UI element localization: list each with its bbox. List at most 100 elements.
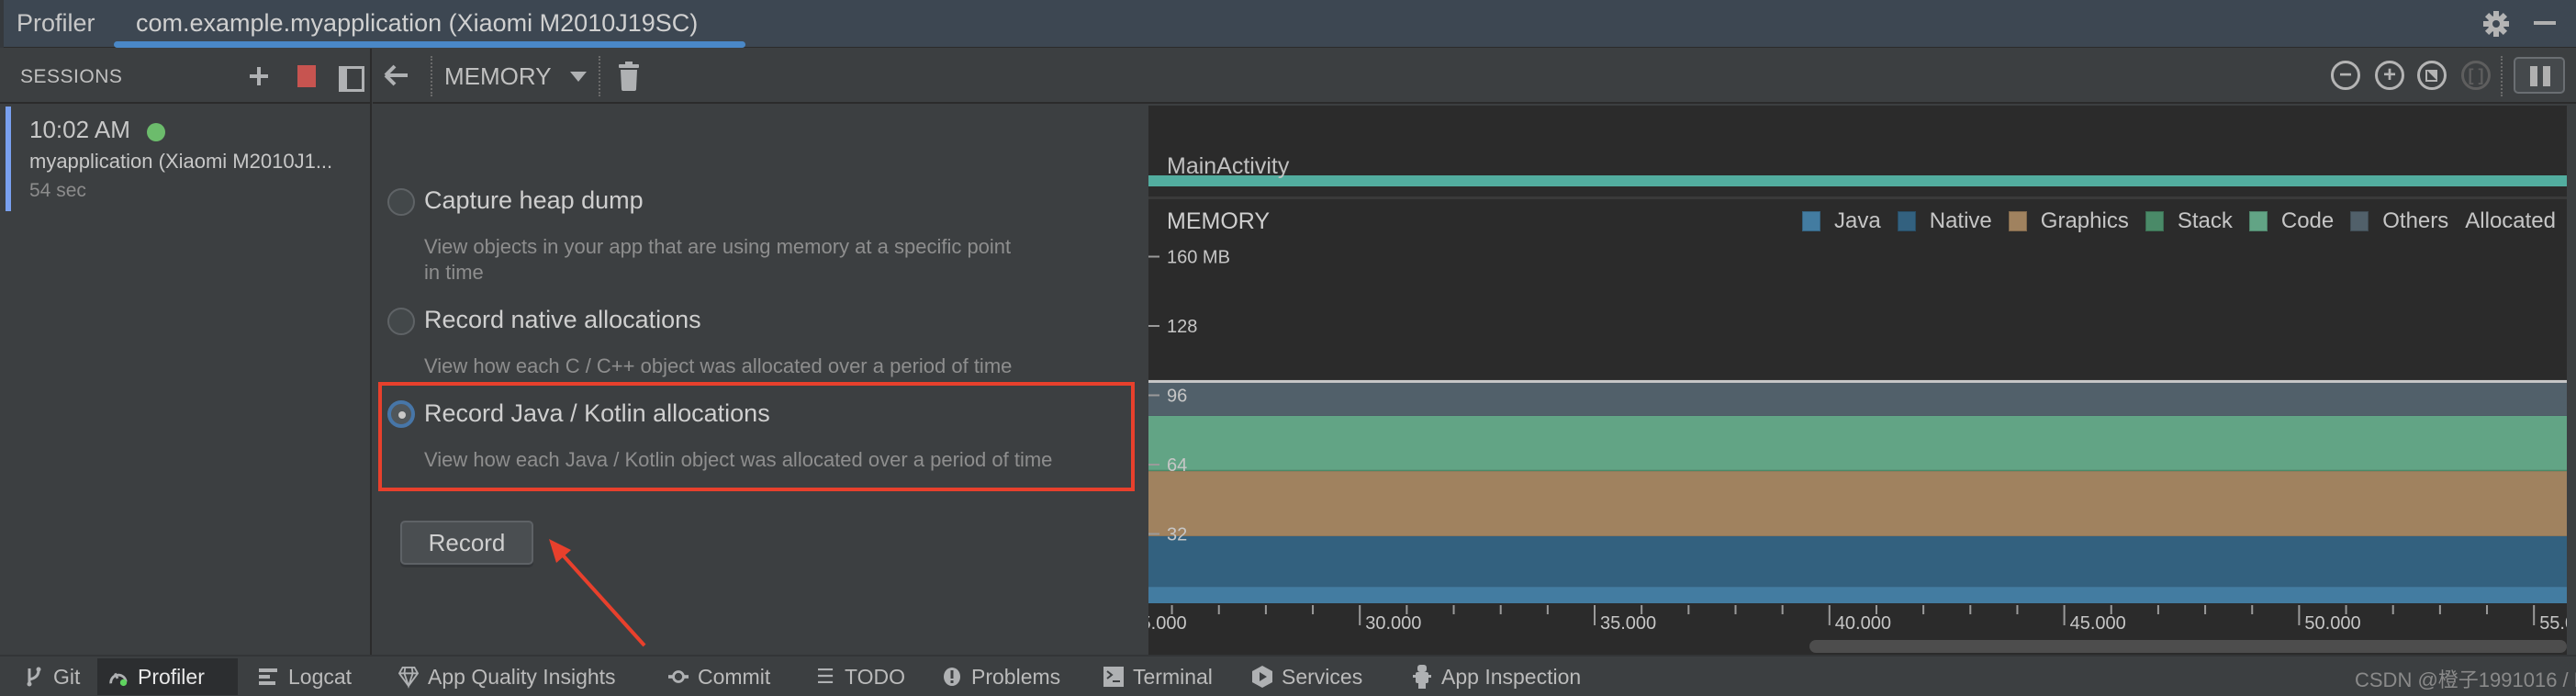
tool-window-todo[interactable]: ☰ TODO	[804, 658, 916, 695]
tool-window-label: Logcat	[288, 664, 353, 689]
legend-swatch	[2248, 211, 2268, 231]
services-icon	[1252, 666, 1272, 688]
series-band-stack	[1148, 469, 2567, 472]
session-tab-label: com.example.myapplication (Xiaomi M2010J…	[136, 9, 699, 37]
back-arrow-icon[interactable]	[380, 60, 413, 93]
chart-legend: Java Native Graphics Stack Code Others Allocat…	[1786, 208, 2556, 234]
trash-icon[interactable]	[617, 62, 641, 91]
reset-zoom-icon[interactable]	[2417, 61, 2447, 90]
option-description: View how each C / C++ object was allocat…	[424, 354, 1122, 379]
timeline-horizontal-scrollbar[interactable]	[1809, 640, 2567, 653]
logcat-icon	[259, 667, 279, 687]
sessions-title: SESSIONS	[20, 66, 123, 87]
toolbar-separator	[599, 56, 600, 96]
tool-window-git[interactable]: Git	[13, 658, 91, 695]
x-tick-label: 55.000	[2539, 613, 2567, 634]
add-session-icon[interactable]	[246, 63, 272, 89]
y-tick-label: 96	[1167, 387, 1187, 407]
zoom-in-icon[interactable]: +	[2375, 61, 2404, 90]
tool-window-label: TODO	[845, 664, 906, 689]
radio-capture-heap-dump[interactable]	[387, 188, 415, 216]
session-duration: 54 sec	[29, 180, 86, 201]
x-tick-label: 50.000	[2304, 613, 2360, 634]
series-band-code	[1148, 415, 2567, 470]
profiler-toolbar: MEMORY − + [ ]	[373, 49, 2576, 104]
activity-bar[interactable]	[1148, 175, 2567, 186]
tool-window-label: Profiler	[138, 664, 205, 689]
collapse-panel-icon[interactable]	[335, 63, 364, 92]
zoom-out-icon[interactable]: −	[2331, 61, 2360, 90]
record-button[interactable]: Record	[400, 521, 533, 565]
zoom-to-selection-icon: [ ]	[2461, 61, 2491, 90]
option-description-line: View how each C / C++ object was allocat…	[424, 354, 1013, 377]
legend-swatch	[1802, 211, 1821, 231]
minimize-icon[interactable]	[2532, 13, 2561, 35]
toolbar-separator	[431, 56, 432, 96]
tool-window-commit[interactable]: Commit	[657, 658, 781, 695]
tool-window-app-inspection[interactable]: App Inspection	[1401, 658, 1592, 695]
stop-session-icon[interactable]	[296, 63, 321, 89]
legend-swatch	[2350, 211, 2369, 231]
app-inspection-icon	[1412, 665, 1432, 689]
memory-timeline[interactable]: 160 MB 128 96 64 32 25.000 30.000 35.000 40.000 4…	[1148, 106, 2567, 655]
git-branch-icon	[24, 667, 44, 687]
legend-label: Others	[2382, 208, 2449, 233]
dropdown-caret-icon	[569, 71, 587, 82]
legend-swatch	[1897, 211, 1916, 231]
window-edge	[0, 0, 4, 48]
y-tick-label: 160 MB	[1167, 248, 1230, 268]
allocated-line	[1148, 379, 2567, 383]
legend-label: Native	[1929, 208, 1992, 233]
option-description-line: in time	[424, 261, 484, 284]
memory-chart: 160 MB 128 96 64 32 25.000 30.000 35.000 40.000 4…	[1148, 248, 2567, 634]
lane-separator	[1148, 196, 2567, 199]
option-description-line: View objects in your app that are using …	[424, 235, 1012, 258]
tool-window-terminal[interactable]: Terminal	[1092, 658, 1224, 695]
legend-item-allocated: Allocated	[2465, 208, 2556, 233]
legend-label: Graphics	[2040, 208, 2129, 233]
profiler-gauge-icon	[108, 667, 129, 687]
toolbar-separator	[2501, 56, 2503, 96]
tool-window-profiler[interactable]: Profiler	[97, 658, 238, 695]
legend-label: Stack	[2177, 208, 2233, 233]
monitor-dropdown[interactable]: MEMORY	[444, 60, 587, 93]
memory-chart-title: MEMORY	[1167, 208, 1271, 234]
sessions-header: SESSIONS	[0, 49, 370, 104]
tool-window-label: App Quality Insights	[428, 664, 616, 689]
tool-window-services[interactable]: Services	[1241, 658, 1373, 695]
exclamation-icon	[942, 667, 962, 687]
tool-window-app-quality-insights[interactable]: App Quality Insights	[387, 658, 627, 695]
y-tick-label: 128	[1167, 317, 1197, 337]
session-tab[interactable]: com.example.myapplication (Xiaomi M2010J…	[114, 0, 745, 48]
gear-icon[interactable]	[2481, 9, 2511, 39]
legend-swatch	[2008, 211, 2027, 231]
pause-icon[interactable]	[2514, 57, 2565, 94]
legend-item-graphics: Graphics	[2008, 208, 2129, 234]
y-tick-label: 32	[1167, 525, 1187, 545]
x-tick-label: 40.000	[1835, 613, 1891, 634]
legend-item-others: Others	[2350, 208, 2448, 234]
y-tick-label: 64	[1167, 455, 1187, 476]
tool-window-title-bar: Profiler com.example.myapplication (Xiao…	[0, 0, 2576, 48]
tool-window-label: Commit	[698, 664, 771, 689]
series-band-java	[1148, 587, 2567, 603]
option-title: Record native allocations	[424, 306, 701, 333]
legend-item-java: Java	[1802, 208, 1881, 234]
monitor-dropdown-value: MEMORY	[444, 62, 552, 90]
tool-window-label: Services	[1282, 664, 1363, 689]
sessions-panel: SESSIONS 10:02 AM myapplication (Xiaomi …	[0, 49, 372, 655]
layout-inspector-watermark-overlay[interactable]: CSDN @橙子1991016 / Layout Inspector	[2355, 664, 2576, 693]
tool-window-label: Problems	[971, 664, 1061, 689]
tool-window-logcat[interactable]: Logcat	[248, 658, 363, 695]
tool-window-problems[interactable]: Problems	[931, 658, 1071, 695]
x-tick-label: 25.000	[1148, 613, 1187, 634]
legend-item-native: Native	[1897, 208, 1992, 234]
series-band-native	[1148, 535, 2567, 588]
option-title: Capture heap dump	[424, 186, 644, 214]
radio-record-native-allocations[interactable]	[387, 308, 415, 335]
tool-window-label: App Inspection	[1441, 664, 1582, 689]
session-list-item[interactable]: 10:02 AM myapplication (Xiaomi M2010J1..…	[6, 107, 370, 211]
session-selected-indicator	[6, 107, 11, 211]
option-description: View objects in your app that are using …	[424, 234, 1122, 286]
session-start-time: 10:02 AM	[29, 116, 130, 143]
